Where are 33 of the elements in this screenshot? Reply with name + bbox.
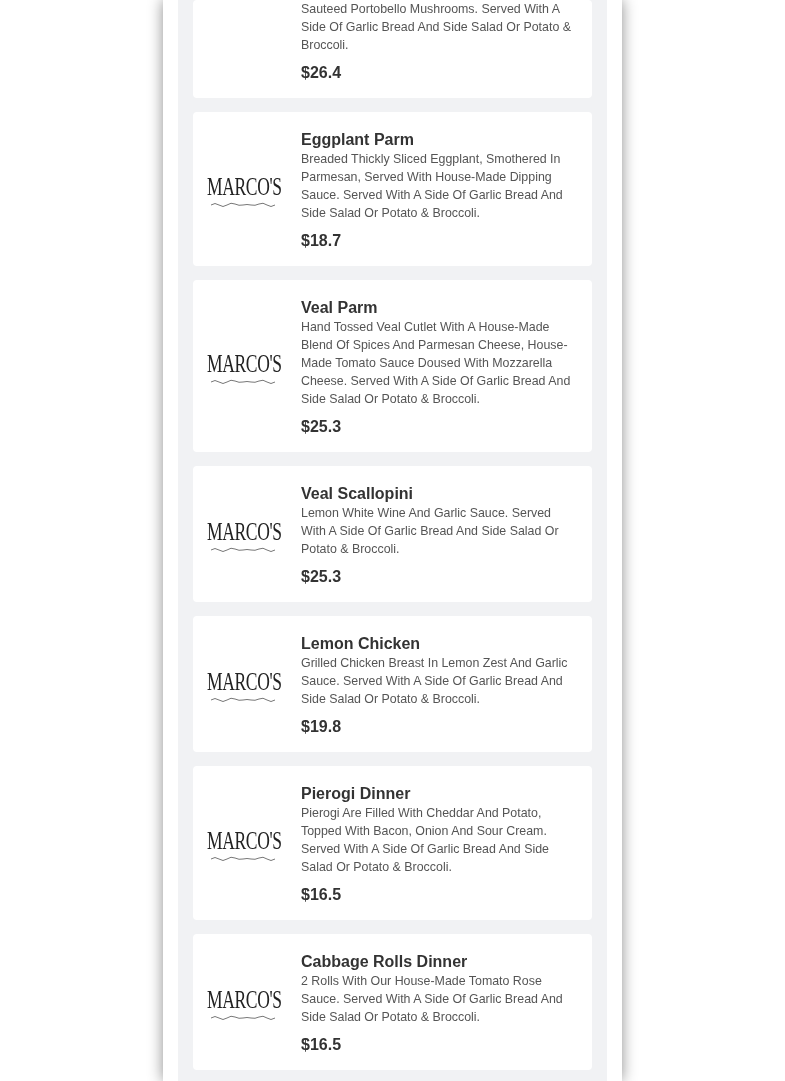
menu-item-card[interactable]: MARCO'S Veal Scallopini Lemon White Wine And Garlic Sauce. Served With A Side Of Garlic Bread And Side Salad Or Potato & Broccoli. $25.3 [193,466,592,602]
menu-item-card[interactable]: MARCO'S Pierogi Dinner Pierogi Are Filled With Cheddar And Potato, Topped With Bacon, Onion And Sour Cream. Served With A Side Of Garlic Bread And Side Salad Or Potato & Broccoli. $16.5 [193,766,592,920]
item-name: Eggplant Parm [301,130,415,150]
item-description: Lemon White Wine And Garlic Sauce. Served With A Side Of Garlic Bread And Side Salad Or Potato & Broccoli. [301,505,560,558]
item-price: $19.8 [301,717,343,737]
item-description: Breaded Thickly Sliced Eggplant, Smothered In Parmesan, Served With House-Made Dipping Sauce. Served With A Side Of Garlic Bread And Side Salad Or Potato & Broccoli. [301,151,564,222]
item-name: Veal Parm [301,298,379,318]
item-description: Grilled Chicken Breast In Lemon Zest And Garlic Sauce. Served With A Side Of Garlic Bread And Side Salad Or Potato & Broccoli. [301,655,569,708]
item-name: Lemon Chicken [301,634,422,654]
item-name: Cabbage Rolls Dinner [301,952,469,972]
menu-item-card[interactable]: MARCO'S Lemon Chicken Grilled Chicken Breast In Lemon Zest And Garlic Sauce. Served With A Side Of Garlic Bread And Side Salad Or Potato & Broccoli. $19.8 [193,616,592,752]
logo-text: MARCO'S [206,828,282,854]
item-name: Veal Scallopini [301,484,415,504]
logo-text: MARCO'S [206,519,282,545]
logo-text: MARCO'S [206,174,282,200]
item-price: $26.4 [301,63,343,83]
menu-item-card[interactable]: Sauteed Portobello Mushrooms. Served With A Side Of Garlic Bread And Side Salad Or Potato & Broccoli. $26.4 [193,0,592,98]
menu-item-card[interactable]: MARCO'S Eggplant Parm Breaded Thickly Sliced Eggplant, Smothered In Parmesan, Served With House-Made Dipping Sauce. Served With A Side Of Garlic Bread And Side Salad Or Potato & Broccoli. $18.7 [193,112,592,266]
menu-item-card[interactable]: MARCO'S Cabbage Rolls Dinner 2 Rolls With Our House-Made Tomato Rose Sauce. Served With A Side Of Garlic Bread And Side Salad Or Potato & Broccoli. $16.5 [193,934,592,1070]
logo-text: MARCO'S [206,987,282,1013]
item-price: $16.5 [301,1035,343,1055]
item-price: $16.5 [301,885,343,905]
item-description: Pierogi Are Filled With Cheddar And Potato, Topped With Bacon, Onion And Sour Cream. Served With A Side Of Garlic Bread And Side Salad Or Potato & Broccoli. [301,805,550,876]
item-price: $25.3 [301,567,343,587]
item-price: $18.7 [301,231,343,251]
item-description: Hand Tossed Veal Cutlet With A House-Made Blend Of Spices And Parmesan Cheese, House-Made Tomato Sauce Doused With Mozzarella Cheese. Served With A Side Of Garlic Bread And Side Salad Or Potato & Broccoli. [301,319,572,408]
item-name: Pierogi Dinner [301,784,412,804]
menu-item-card[interactable] [193,280,592,452]
item-description: Sauteed Portobello Mushrooms. Served With A Side Of Garlic Bread And Side Salad Or Potato & Broccoli. [301,1,572,54]
item-price: $25.3 [301,417,343,437]
logo-text: MARCO'S [206,351,282,377]
logo-text: MARCO'S [206,669,282,695]
item-description: 2 Rolls With Our House-Made Tomato Rose Sauce. Served With A Side Of Garlic Bread And Side Salad Or Potato & Broccoli. [301,973,564,1026]
